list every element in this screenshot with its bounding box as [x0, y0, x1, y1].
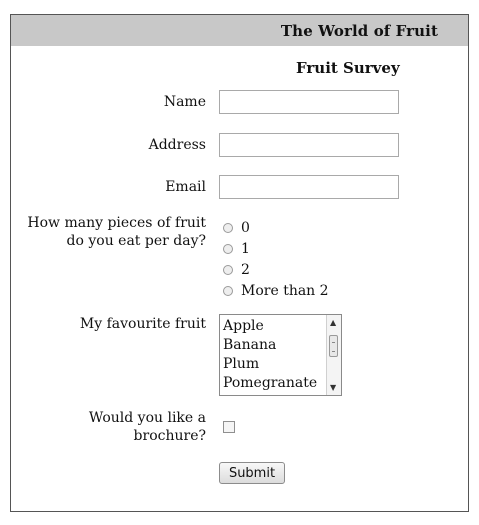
fruit-count-option-0[interactable]: 0 [223, 219, 250, 237]
form-title: Fruit Survey [296, 59, 400, 77]
email-input[interactable] [219, 175, 399, 199]
brochure-label-line2: brochure? [133, 428, 206, 444]
fruit-count-label-line2: do you eat per day? [66, 233, 206, 249]
fruit-count-option-3[interactable]: More than 2 [223, 282, 329, 300]
list-option[interactable]: Banana [223, 336, 317, 355]
page-frame: The World of Fruit Fruit Survey Name Add… [10, 14, 469, 512]
fruit-count-option-label: 2 [241, 262, 250, 278]
list-option[interactable]: Plum [223, 355, 317, 374]
address-input[interactable] [219, 133, 399, 157]
name-input[interactable] [219, 90, 399, 114]
favourite-fruit-options: Apple Banana Plum Pomegranate [223, 317, 317, 393]
fruit-count-option-label: 0 [241, 220, 250, 236]
brochure-label-line1: Would you like a [88, 410, 206, 426]
fruit-count-option-label: 1 [241, 241, 250, 257]
list-option[interactable]: Pomegranate [223, 374, 317, 393]
fruit-count-option-label: More than 2 [241, 283, 329, 299]
list-option[interactable]: Apple [223, 317, 317, 336]
name-label: Name [163, 94, 206, 110]
page-header: The World of Fruit [11, 15, 468, 46]
grip-icon [332, 342, 335, 352]
fruit-count-option-1[interactable]: 1 [223, 240, 250, 258]
site-title: The World of Fruit [280, 22, 438, 40]
fruit-count-label: How many pieces of fruit do you eat per … [27, 214, 206, 250]
scroll-down-icon[interactable]: ▼ [330, 383, 336, 392]
fruit-count-label-line1: How many pieces of fruit [27, 215, 206, 231]
radio-button[interactable] [223, 286, 233, 296]
radio-button[interactable] [223, 223, 233, 233]
radio-button[interactable] [223, 244, 233, 254]
brochure-checkbox[interactable] [223, 421, 235, 433]
radio-button[interactable] [223, 265, 233, 275]
address-label: Address [148, 137, 206, 153]
scroll-thumb[interactable] [329, 335, 338, 357]
brochure-label: Would you like a brochure? [89, 409, 206, 445]
favourite-fruit-listbox[interactable]: Apple Banana Plum Pomegranate ▲ ▼ [219, 314, 342, 396]
scroll-up-icon[interactable]: ▲ [330, 318, 336, 327]
submit-button[interactable]: Submit [219, 462, 285, 484]
email-label: Email [165, 179, 206, 195]
favourite-fruit-label: My favourite fruit [79, 316, 206, 332]
fruit-count-option-2[interactable]: 2 [223, 261, 250, 279]
listbox-scrollbar[interactable]: ▲ ▼ [326, 315, 341, 395]
